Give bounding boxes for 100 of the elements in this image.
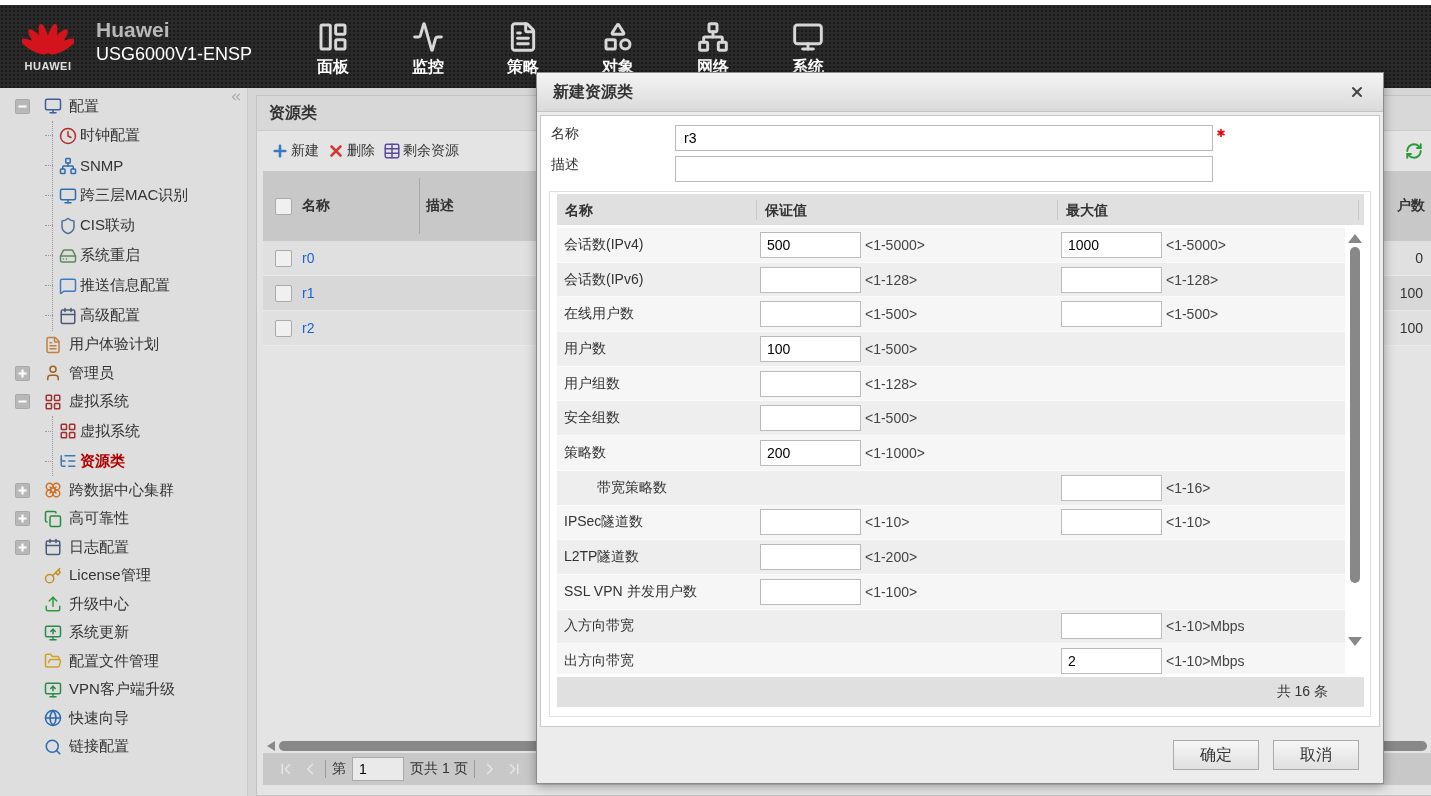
tree-item[interactable]: VPN客户端升级 [69, 680, 175, 700]
name-link[interactable]: r0 [302, 250, 315, 266]
folder-icon [44, 652, 62, 671]
checkbox[interactable] [275, 197, 292, 215]
guarantee-input[interactable]: 200 [760, 439, 861, 466]
scroll-left-arrow-icon[interactable] [267, 741, 275, 751]
range-hint: <1-128> [1166, 271, 1219, 288]
tree-item[interactable]: 链接配置 [69, 737, 129, 757]
close-icon [327, 142, 345, 160]
clock-icon [59, 126, 77, 145]
guarantee-input[interactable]: 100 [760, 335, 861, 362]
toolbar-button[interactable]: 新建 [271, 142, 319, 160]
calendar-icon [44, 538, 62, 557]
nav-item[interactable]: 面板 [293, 5, 373, 88]
maximum-input[interactable] [1061, 613, 1162, 640]
confirm-button[interactable]: 确定 [1173, 740, 1259, 770]
checkbox[interactable] [275, 284, 292, 302]
guarantee-input[interactable] [760, 509, 861, 536]
monitor-upload-icon [44, 623, 62, 642]
nav-label: 策略 [507, 57, 539, 77]
document-icon [44, 335, 62, 354]
name-link[interactable]: r1 [302, 285, 315, 301]
text-input[interactable]: r3 [675, 125, 1213, 151]
tree-item[interactable]: 升级中心 [69, 594, 129, 614]
shield-icon [59, 216, 77, 235]
checkbox[interactable] [275, 319, 292, 337]
checkbox[interactable] [275, 249, 292, 267]
toolbar-button[interactable]: 删除 [327, 142, 375, 160]
guarantee-input[interactable] [760, 544, 861, 571]
tree-item[interactable]: 配置 [69, 96, 99, 116]
tree-item[interactable]: 高可靠性 [69, 509, 129, 529]
tree-item[interactable]: 推送信息配置 [80, 276, 170, 295]
toolbar-button[interactable]: 剩余资源 [383, 142, 459, 160]
tree-item[interactable]: 资源类 [80, 451, 125, 471]
scroll-down-arrow-icon[interactable] [1348, 637, 1362, 646]
resource-name: 带宽策略数 [596, 478, 668, 497]
range-hint: <1-10> [865, 514, 910, 531]
expand-icon[interactable] [15, 365, 30, 381]
maximum-input[interactable]: 1000 [1061, 231, 1162, 258]
name-link[interactable]: r2 [302, 320, 315, 336]
page-input[interactable]: 1 [352, 757, 404, 781]
tree-item[interactable]: 用户体验计划 [69, 335, 159, 355]
collapse-icon[interactable] [15, 394, 30, 410]
pager-label: 页共 1 页 [410, 760, 468, 778]
guarantee-input[interactable] [760, 405, 861, 432]
maximum-input[interactable] [1061, 266, 1162, 293]
tree-item[interactable]: 跨数据中心集群 [69, 480, 174, 500]
copy-icon [44, 509, 62, 528]
tree-item[interactable]: 系统重启 [80, 246, 140, 265]
range-hint: <1-5000> [1166, 236, 1226, 253]
tree-list-icon [59, 452, 77, 470]
cancel-button[interactable]: 取消 [1273, 740, 1359, 770]
network-icon [59, 156, 77, 175]
tree-item[interactable]: 时钟配置 [80, 126, 140, 145]
tree-item[interactable]: License管理 [69, 566, 151, 586]
guarantee-input[interactable] [760, 301, 861, 328]
tree-item[interactable]: 系统更新 [69, 623, 129, 643]
tree-item[interactable]: 高级配置 [80, 306, 140, 325]
monitor-icon [44, 97, 62, 116]
monitor-icon [792, 21, 824, 53]
collapse-icon[interactable] [15, 98, 30, 114]
tree-item[interactable]: 日志配置 [69, 537, 129, 557]
panel-title: 资源类 [269, 102, 317, 123]
double-chevron-left-icon[interactable] [229, 90, 243, 104]
range-hint: <1-16> [1166, 479, 1211, 496]
range-hint: <1-500> [865, 340, 918, 357]
resource-name: L2TP隧道数 [563, 548, 641, 567]
scroll-up-arrow-icon[interactable] [1348, 234, 1362, 243]
expand-icon[interactable] [15, 539, 30, 555]
guarantee-input[interactable] [760, 266, 861, 293]
tree-item[interactable]: 虚拟系统 [80, 421, 140, 441]
maximum-input[interactable]: 2 [1061, 648, 1162, 674]
resource-name: 入方向带宽 [563, 617, 635, 636]
maximum-input[interactable] [1061, 301, 1162, 328]
maximum-input[interactable] [1061, 474, 1162, 501]
tree-item[interactable]: CIS联动 [80, 216, 135, 235]
expand-icon[interactable] [15, 482, 30, 498]
field-label: 描述 [551, 156, 580, 174]
tree-item[interactable]: 跨三层MAC识别 [80, 186, 189, 205]
close-button[interactable] [1349, 84, 1365, 100]
guarantee-input[interactable]: 500 [760, 231, 861, 258]
tree-item[interactable]: 虚拟系统 [69, 392, 129, 412]
nav-label: 监控 [412, 57, 444, 77]
text-input[interactable] [675, 156, 1213, 182]
tree-item[interactable]: SNMP [80, 157, 124, 174]
device-name: USG6000V1-ENSP [96, 44, 254, 65]
network-icon [697, 21, 729, 53]
guarantee-input[interactable] [760, 370, 861, 397]
resource-name: 用户组数 [563, 374, 621, 393]
tree-item[interactable]: 管理员 [69, 363, 114, 383]
refresh-icon[interactable] [1405, 142, 1423, 160]
range-hint: <1-500> [1166, 306, 1219, 323]
maximum-input[interactable] [1061, 509, 1162, 536]
range-hint: <1-128> [865, 271, 918, 288]
expand-icon[interactable] [15, 511, 30, 527]
tree-item[interactable]: 快速向导 [69, 708, 129, 728]
tree-item[interactable]: 配置文件管理 [69, 651, 159, 671]
column-header: 保证值 [757, 199, 1058, 220]
nav-item[interactable]: 监控 [388, 5, 468, 88]
guarantee-input[interactable] [760, 578, 861, 605]
